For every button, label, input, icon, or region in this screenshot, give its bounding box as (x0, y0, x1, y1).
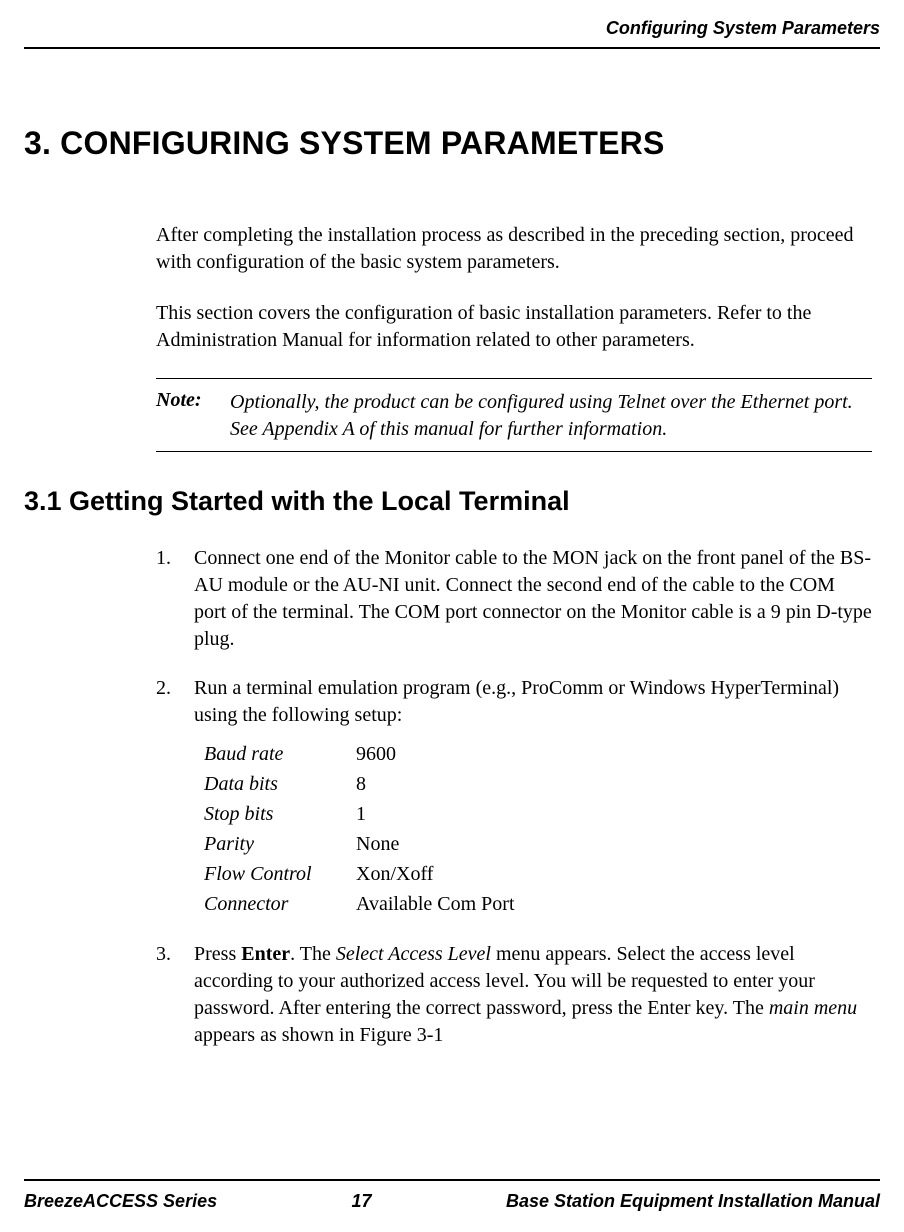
content-area: 3. CONFIGURING SYSTEM PARAMETERS After c… (0, 49, 904, 1049)
setting-value: None (356, 829, 872, 859)
setting-value: Available Com Port (356, 889, 872, 919)
note-text: Optionally, the product can be configure… (230, 389, 872, 443)
step-3-enter-key: Enter (241, 943, 290, 965)
table-row: Baud rate 9600 (204, 739, 872, 769)
chapter-heading: 3. CONFIGURING SYSTEM PARAMETERS (24, 125, 880, 162)
footer-rule (24, 1179, 880, 1181)
table-row: Data bits 8 (204, 769, 872, 799)
footer-row: BreezeACCESS Series 17 Base Station Equi… (24, 1191, 880, 1212)
setting-value: 1 (356, 799, 872, 829)
footer-page-number: 17 (217, 1191, 506, 1212)
step-3-part2: . The (290, 943, 336, 965)
table-row: Flow Control Xon/Xoff (204, 859, 872, 889)
table-row: Connector Available Com Port (204, 889, 872, 919)
footer-manual-title: Base Station Equipment Installation Manu… (506, 1191, 880, 1212)
step-1: 1. Connect one end of the Monitor cable … (156, 545, 872, 653)
step-1-number: 1. (156, 545, 194, 653)
step-3-select-access-level: Select Access Level (336, 943, 491, 965)
step-3-part1: Press (194, 943, 241, 965)
setting-value: 8 (356, 769, 872, 799)
running-title: Configuring System Parameters (606, 18, 880, 38)
step-1-text: Connect one end of the Monitor cable to … (194, 545, 872, 653)
step-3-number: 3. (156, 941, 194, 1049)
setting-key: Stop bits (204, 799, 356, 829)
terminal-settings-table: Baud rate 9600 Data bits 8 Stop bits 1 P… (204, 739, 872, 919)
intro-block: After completing the installation proces… (156, 222, 872, 452)
setting-key: Baud rate (204, 739, 356, 769)
table-row: Parity None (204, 829, 872, 859)
step-3-part4: appears as shown in Figure 3-1 (194, 1024, 443, 1046)
step-2: 2. Run a terminal emulation program (e.g… (156, 675, 872, 919)
setting-value: Xon/Xoff (356, 859, 872, 889)
table-row: Stop bits 1 (204, 799, 872, 829)
step-3-main-menu: main menu (769, 997, 857, 1019)
step-3: 3. Press Enter. The Select Access Level … (156, 941, 872, 1049)
step-2-number: 2. (156, 675, 194, 919)
setting-key: Connector (204, 889, 356, 919)
step-2-body: Run a terminal emulation program (e.g., … (194, 675, 872, 919)
footer-series: BreezeACCESS Series (24, 1191, 217, 1212)
section-heading: 3.1 Getting Started with the Local Termi… (24, 486, 880, 517)
page-footer: BreezeACCESS Series 17 Base Station Equi… (24, 1179, 880, 1212)
note-block: Note: Optionally, the product can be con… (156, 378, 872, 452)
step-3-text: Press Enter. The Select Access Level men… (194, 941, 872, 1049)
page-header: Configuring System Parameters (0, 0, 904, 47)
note-label: Note: (156, 389, 230, 443)
step-2-text: Run a terminal emulation program (e.g., … (194, 675, 872, 729)
setting-key: Data bits (204, 769, 356, 799)
note-rule-bottom (156, 451, 872, 452)
setting-key: Parity (204, 829, 356, 859)
intro-paragraph-2: This section covers the configuration of… (156, 300, 872, 354)
note-row: Note: Optionally, the product can be con… (156, 379, 872, 451)
setting-value: 9600 (356, 739, 872, 769)
setting-key: Flow Control (204, 859, 356, 889)
intro-paragraph-1: After completing the installation proces… (156, 222, 872, 276)
